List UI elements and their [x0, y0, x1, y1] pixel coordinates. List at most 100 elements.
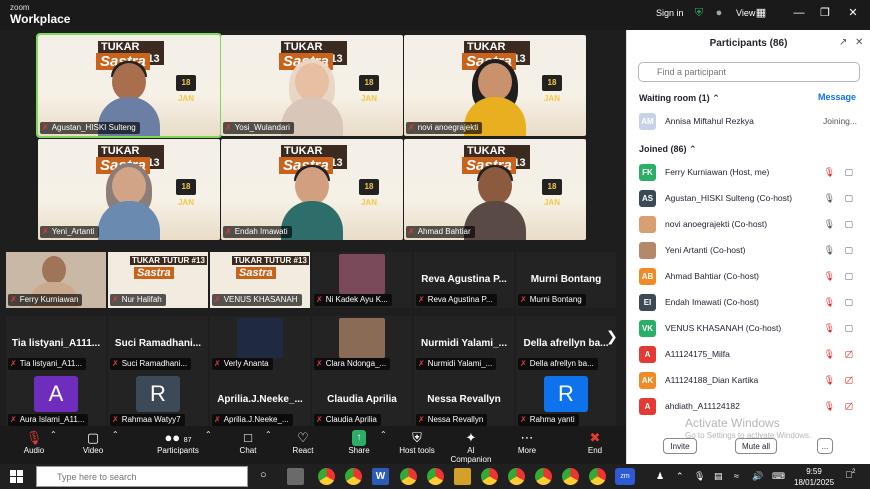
chrome-icon[interactable] — [345, 468, 362, 485]
audio-options-caret-icon[interactable]: ⌃ — [50, 430, 57, 439]
video-tile[interactable]: TUKAR TUTUR #13Sastra18 JAN✗Yeni_Artanti — [38, 139, 220, 240]
mic-muted-icon[interactable]: 🎙 — [824, 375, 835, 386]
mic-muted-icon[interactable]: 🎙 — [824, 349, 835, 360]
participant-row[interactable]: A A11124175_Milfa 🎙 ▢̸ — [627, 342, 861, 368]
video-tile[interactable]: TUKAR TUTUR #13Sastra18 JAN✗Yosi_Wulanda… — [221, 35, 403, 136]
video-options-caret-icon[interactable]: ⌃ — [112, 430, 119, 439]
thumbnail-tile[interactable]: Suci Ramadhani... ✗ Suci Ramadhani... — [108, 316, 208, 372]
ai-companion-button[interactable]: ✦ AI Companion — [446, 430, 496, 464]
share-options-caret-icon[interactable]: ⌃ — [380, 430, 387, 439]
participant-row[interactable]: Yeni Artanti (Co-host) 🎙 ▢ — [627, 238, 861, 264]
chrome-icon[interactable] — [400, 468, 417, 485]
chrome-icon[interactable] — [589, 468, 606, 485]
thumbnail-tile[interactable]: Murni Bontang ✗ Murni Bontang — [516, 252, 616, 308]
share-button[interactable]: ↑ Share — [346, 430, 372, 455]
mic-muted-icon[interactable]: 🎙 — [824, 297, 835, 308]
maximize-icon[interactable]: ❐ — [818, 6, 832, 20]
video-tile[interactable]: TUKAR TUTUR #13Sastra18 JAN✗Endah Imawat… — [221, 139, 403, 240]
participant-row[interactable]: VK VENUS KHASANAH (Co-host) 🎙 ▢ — [627, 316, 861, 342]
thumbnail-tile[interactable]: A ✗ Aura Islami_A11... — [6, 372, 106, 428]
mic-tray-icon[interactable]: 🎙 — [694, 471, 705, 482]
taskbar-app-icon[interactable] — [287, 468, 304, 485]
zoom-app-icon[interactable]: zm — [615, 468, 635, 485]
camera-off-icon[interactable]: ▢̸ — [844, 401, 853, 412]
chrome-icon[interactable] — [535, 468, 552, 485]
taskbar-search-input[interactable] — [36, 466, 248, 487]
thumbnail-tile[interactable]: TUKAR TUTUR #13 Sastra ✗ VENUS KHASANAH — [210, 252, 310, 308]
thumbnail-tile[interactable]: R ✗ Rahmaa Watyy7 — [108, 372, 208, 428]
caret-up-icon[interactable]: ⌃ — [676, 471, 684, 482]
mic-muted-icon[interactable]: 🎙 — [824, 271, 835, 282]
view-grid-icon[interactable]: ▦ — [754, 6, 768, 20]
close-panel-icon[interactable]: ✕ — [855, 37, 863, 48]
camera-off-icon[interactable]: ▢̸ — [844, 375, 853, 386]
camera-icon[interactable]: ▢ — [844, 193, 853, 204]
camera-icon[interactable]: ▢ — [844, 323, 853, 334]
minimize-icon[interactable]: — — [792, 6, 806, 20]
mic-icon[interactable]: 🎙 — [824, 219, 835, 230]
react-button[interactable]: ♡ React — [290, 430, 316, 455]
participants-button[interactable]: ●● 87 Participants — [156, 430, 200, 455]
mic-muted-icon[interactable]: 🎙 — [824, 167, 835, 178]
end-button[interactable]: ✖ End — [582, 430, 608, 455]
camera-icon[interactable]: ▢ — [844, 297, 853, 308]
participant-row[interactable]: AK A11124188_Dian Kartika 🎙 ▢̸ — [627, 368, 861, 394]
camera-icon[interactable]: ▢ — [844, 271, 853, 282]
thumbnail-tile[interactable]: Tia listyani_A111... ✗ Tia listyani_A11... — [6, 316, 106, 372]
participant-row[interactable]: AS Agustan_HISKI Sulteng (Co-host) 🎙 ▢ — [627, 186, 861, 212]
pop-out-icon[interactable]: ↗ — [839, 37, 847, 48]
panel-more-button[interactable]: ... — [817, 438, 833, 454]
chat-options-caret-icon[interactable]: ⌃ — [265, 430, 272, 439]
camera-icon[interactable]: ▢ — [844, 245, 853, 256]
notifications-icon[interactable]: □2 — [846, 469, 855, 480]
joined-header[interactable]: Joined (86) ⌃ — [639, 144, 697, 155]
thumbnail-tile[interactable]: ✗ Clara Ndonga_... — [312, 316, 412, 372]
participant-row[interactable]: AB Ahmad Bahtiar (Co-host) 🎙 ▢ — [627, 264, 861, 290]
thumbnail-tile[interactable]: Nessa Revallyn ✗ Nessa Revallyn — [414, 372, 514, 428]
video-tile[interactable]: TUKAR TUTUR #13Sastra18 JAN✗novi anoegra… — [404, 35, 586, 136]
thumbnail-tile[interactable]: Reva Agustina P... ✗ Reva Agustina P... — [414, 252, 514, 308]
host-tools-button[interactable]: ⛨ Host tools — [398, 430, 436, 455]
wifi-icon[interactable]: ≈ — [734, 471, 739, 481]
participant-search-input[interactable] — [638, 62, 860, 82]
chat-button[interactable]: □ Chat — [236, 430, 260, 455]
thumbnail-tile[interactable]: Nurmidi Yalami_... ✗ Nurmidi Yalami_... — [414, 316, 514, 372]
mic-icon[interactable]: 🎙 — [824, 193, 835, 204]
mic-icon[interactable]: 🎙 — [824, 245, 835, 256]
camera-icon[interactable]: ▢ — [844, 219, 853, 230]
video-tile[interactable]: TUKAR TUTUR #13Sastra18 JAN✗Ahmad Bahtia… — [404, 139, 586, 240]
thumbnail-tile[interactable]: ✗ Ferry Kurniawan — [6, 252, 106, 308]
taskbar-clock[interactable]: 9:59 18/01/2025 — [794, 466, 834, 488]
people-icon[interactable]: ● — [712, 6, 726, 20]
thumbnail-tile[interactable]: ✗ Verly Ananta — [210, 316, 310, 372]
mic-muted-icon[interactable]: 🎙 — [824, 323, 835, 334]
audio-button[interactable]: 🎙 Audio — [20, 430, 48, 455]
thumbnail-tile[interactable]: ✗ Ni Kadek Ayu K... — [312, 252, 412, 308]
network-icon[interactable]: ▤ — [714, 471, 723, 482]
task-view-icon[interactable]: ○ — [260, 469, 267, 481]
chrome-icon[interactable] — [508, 468, 525, 485]
thumbnail-tile[interactable]: R ✗ Rahma yanti — [516, 372, 616, 428]
shield-icon[interactable]: ⛨ — [692, 6, 706, 20]
thumbnail-tile[interactable]: Aprilia.J.Neeke_... ✗ Aprilia.J.Neeke_... — [210, 372, 310, 428]
invite-button[interactable]: Invite — [663, 438, 697, 454]
file-explorer-icon[interactable] — [454, 468, 471, 485]
waiting-room-header[interactable]: Waiting room (1) ⌃ — [639, 93, 720, 104]
thumbnail-tile[interactable]: TUKAR TUTUR #13 Sastra ✗ Nur Halifah — [108, 252, 208, 308]
participant-row[interactable]: EI Endah Imawati (Co-host) 🎙 ▢ — [627, 290, 861, 316]
mic-muted-icon[interactable]: 🎙 — [824, 401, 835, 412]
mute-all-button[interactable]: Mute all — [735, 438, 777, 454]
video-tile[interactable]: TUKAR TUTUR #13Sastra18 JAN✗Agustan_HISK… — [36, 33, 222, 138]
next-page-icon[interactable]: ❯ — [606, 328, 618, 345]
view-button[interactable]: View — [736, 8, 755, 18]
more-button[interactable]: ⋯ More — [514, 430, 540, 455]
chrome-icon[interactable] — [318, 468, 335, 485]
participants-options-caret-icon[interactable]: ⌃ — [205, 430, 212, 439]
keyboard-icon[interactable]: ⌨ — [772, 471, 785, 482]
participant-row[interactable]: FK Ferry Kurniawan (Host, me) 🎙 ▢ — [627, 160, 861, 186]
chrome-icon[interactable] — [481, 468, 498, 485]
speaker-icon[interactable]: 🔊 — [752, 471, 763, 482]
thumbnail-tile[interactable]: Claudia Aprilia ✗ Claudia Aprilia — [312, 372, 412, 428]
camera-icon[interactable]: ▢ — [844, 167, 853, 178]
sign-in-link[interactable]: Sign in — [656, 8, 684, 18]
